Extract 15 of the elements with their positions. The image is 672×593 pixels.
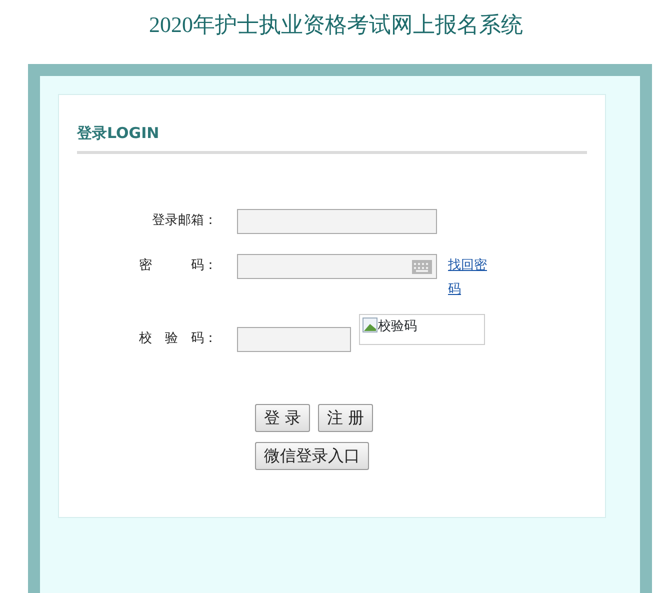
- password-field[interactable]: [237, 254, 437, 279]
- wechat-login-button[interactable]: 微信登录入口: [255, 442, 369, 470]
- field-label: 校 验 码：: [138, 330, 218, 348]
- login-button[interactable]: 登 录: [255, 404, 310, 432]
- forgot-password-link[interactable]: 找回密码: [448, 254, 496, 302]
- captcha-alt-text: 校验码: [378, 318, 417, 336]
- register-button[interactable]: 注 册: [318, 404, 374, 432]
- login-heading: 登录LOGIN: [77, 123, 160, 144]
- captcha-field[interactable]: [237, 327, 351, 352]
- email-field[interactable]: [237, 209, 437, 234]
- field-label: 密 码：: [138, 257, 218, 275]
- broken-image-icon: [362, 317, 378, 333]
- page-title: 2020年护士执业资格考试网上报名系统: [148, 11, 524, 39]
- keyboard-icon[interactable]: [412, 260, 432, 274]
- field-label: 登录邮箱：: [151, 212, 218, 230]
